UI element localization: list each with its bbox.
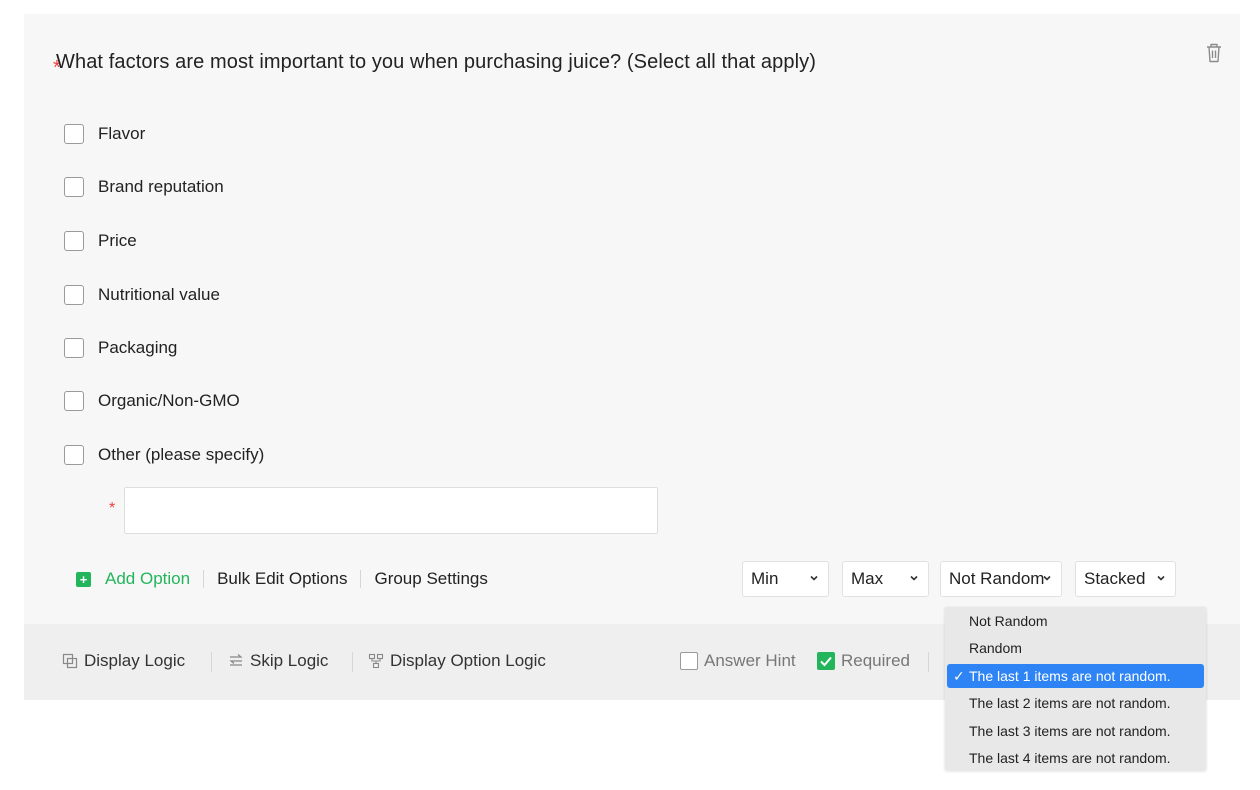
random-dropdown-menu: Not Random Random ✓ The last 1 items are… — [945, 607, 1206, 770]
trash-icon[interactable] — [1204, 42, 1224, 64]
dropdown-option-label: The last 1 items are not random. — [969, 668, 1171, 684]
chevron-down-icon — [1157, 575, 1165, 581]
dropdown-option[interactable]: The last 4 items are not random. — [947, 746, 1204, 770]
answer-hint-label: Answer Hint — [704, 651, 796, 670]
display-option-logic-label: Display Option Logic — [390, 651, 546, 670]
random-select[interactable]: Not Random — [940, 561, 1062, 597]
divider — [211, 652, 212, 672]
chevron-down-icon — [1043, 575, 1051, 581]
option-flavor[interactable]: Flavor — [64, 122, 145, 146]
option-label: Brand reputation — [98, 177, 224, 196]
dropdown-option[interactable]: Not Random — [947, 609, 1204, 633]
option-checkbox[interactable] — [64, 445, 84, 465]
group-settings-button[interactable]: Group Settings — [374, 569, 487, 589]
check-icon — [820, 656, 832, 667]
option-organic[interactable]: Organic/Non-GMO — [64, 389, 240, 413]
required-checkbox[interactable] — [817, 652, 835, 670]
display-logic-icon — [62, 653, 78, 669]
option-label: Packaging — [98, 338, 178, 357]
question-title[interactable]: What factors are most important to you w… — [56, 51, 816, 74]
required-label: Required — [841, 651, 910, 670]
option-checkbox[interactable] — [64, 124, 84, 144]
dropdown-option[interactable]: Random — [947, 636, 1204, 660]
other-required-marker: * — [109, 500, 116, 517]
answer-hint-checkbox[interactable] — [680, 652, 698, 670]
dropdown-option[interactable]: The last 3 items are not random. — [947, 719, 1204, 743]
display-logic-label: Display Logic — [84, 651, 186, 670]
divider — [352, 652, 353, 672]
layout-select-value: Stacked — [1084, 569, 1146, 588]
option-checkbox[interactable] — [64, 177, 84, 197]
skip-logic-button[interactable]: Skip Logic — [228, 651, 328, 671]
option-nutritional-value[interactable]: Nutritional value — [64, 283, 220, 307]
option-checkbox[interactable] — [64, 338, 84, 358]
max-select[interactable]: Max — [842, 561, 929, 597]
layout-select[interactable]: Stacked — [1075, 561, 1176, 597]
random-select-value: Not Random — [949, 569, 1045, 588]
option-label: Nutritional value — [98, 285, 220, 304]
option-other[interactable]: Other (please specify) — [64, 443, 264, 467]
option-label: Price — [98, 231, 137, 250]
option-checkbox[interactable] — [64, 391, 84, 411]
add-icon[interactable]: + — [76, 571, 91, 587]
option-label: Organic/Non-GMO — [98, 391, 240, 410]
option-label: Other (please specify) — [98, 445, 265, 464]
min-select-value: Min — [751, 569, 779, 588]
question-card — [24, 14, 1240, 700]
dropdown-option-selected[interactable]: ✓ The last 1 items are not random. — [947, 664, 1204, 688]
option-logic-icon — [368, 653, 384, 669]
skip-logic-label: Skip Logic — [250, 651, 329, 670]
option-price[interactable]: Price — [64, 229, 137, 253]
max-select-value: Max — [851, 569, 884, 588]
skip-logic-icon — [229, 654, 243, 666]
option-label: Flavor — [98, 124, 146, 143]
add-option-button[interactable]: Add Option — [105, 569, 190, 589]
checkmark-icon: ✓ — [953, 668, 965, 684]
other-specify-input[interactable] — [124, 487, 658, 534]
option-toolbar: + Add Option Bulk Edit Options Group Set… — [76, 567, 488, 591]
required-toggle[interactable]: Required — [817, 651, 910, 671]
chevron-down-icon — [810, 575, 818, 581]
divider — [203, 570, 205, 588]
dropdown-option[interactable]: The last 2 items are not random. — [947, 691, 1204, 715]
option-brand-reputation[interactable]: Brand reputation — [64, 175, 224, 199]
bulk-edit-button[interactable]: Bulk Edit Options — [217, 569, 347, 589]
chevron-down-icon — [910, 575, 918, 581]
display-option-logic-button[interactable]: Display Option Logic — [368, 651, 546, 671]
option-checkbox[interactable] — [64, 231, 84, 251]
option-packaging[interactable]: Packaging — [64, 336, 177, 360]
display-logic-button[interactable]: Display Logic — [62, 651, 185, 671]
option-checkbox[interactable] — [64, 285, 84, 305]
min-select[interactable]: Min — [742, 561, 829, 597]
answer-hint-toggle[interactable]: Answer Hint — [680, 651, 796, 671]
divider — [360, 570, 362, 588]
divider — [928, 652, 929, 672]
